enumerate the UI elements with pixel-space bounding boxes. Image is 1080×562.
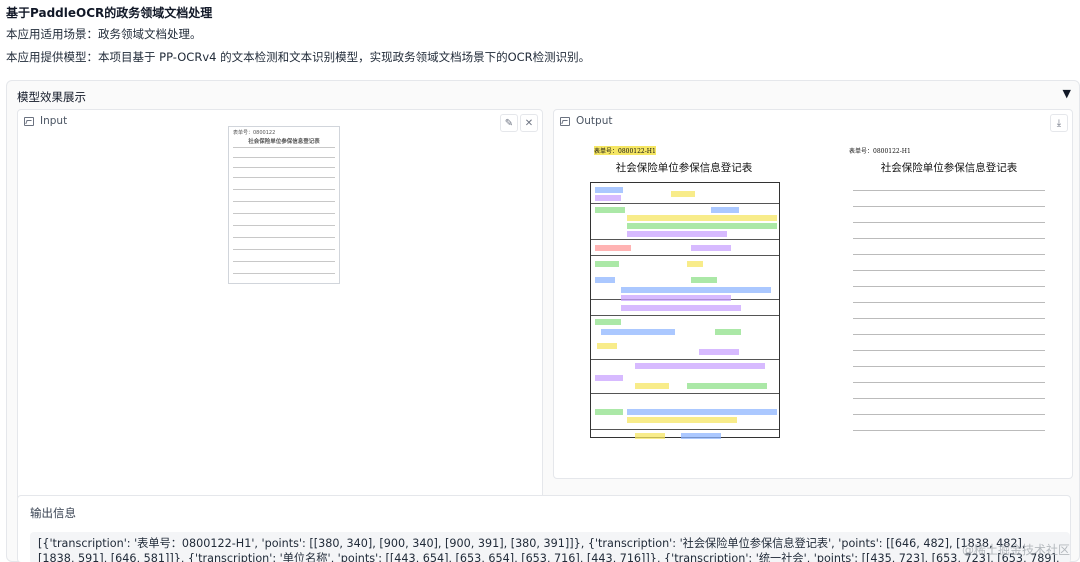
image-icon <box>24 116 34 126</box>
output-label: Output <box>576 115 613 127</box>
doc-line <box>233 177 335 178</box>
ocr-box <box>627 215 777 221</box>
doc-line <box>233 189 335 190</box>
ocr-box <box>595 277 615 283</box>
ocr-box <box>595 245 631 251</box>
ocr-box <box>595 409 623 415</box>
model-text: 本应用提供模型：本项目基于 PP-OCRv4 的文本检测和文本识别模型，实现政务… <box>6 50 591 64</box>
ocr-box <box>601 329 675 335</box>
doc-line <box>233 261 335 262</box>
ocr-box <box>627 223 777 229</box>
output-image-box: Output ⤓ 表单号：0800122-H1 社会保险单位参保信息登记表 表单… <box>553 109 1073 479</box>
ocr-box <box>635 433 665 439</box>
ocr-box <box>627 231 727 237</box>
output-label-row: Output <box>560 113 612 129</box>
ocr-box <box>635 383 669 389</box>
ocr-box <box>621 295 731 301</box>
download-icon[interactable]: ⤓ <box>1050 114 1068 132</box>
input-document-image: 表单号：0800122 社会保险单位参保信息登记表 <box>228 126 340 284</box>
input-doc-num: 表单号：0800122 <box>233 130 276 136</box>
doc-line <box>233 167 335 168</box>
annotated-document-image: 表单号：0800122-H1 社会保险单位参保信息登记表 <box>584 142 784 442</box>
annotated-form-grid <box>590 182 780 439</box>
ocr-box <box>621 287 771 293</box>
doc-line <box>233 225 335 226</box>
doc-line <box>233 249 335 250</box>
ocr-box <box>595 261 619 267</box>
collapse-icon[interactable]: ▼ <box>1063 87 1071 100</box>
doc-line <box>233 157 335 158</box>
doc-line <box>233 273 335 274</box>
recognized-doc-num: 表单号：0800122-H1 <box>849 148 911 155</box>
ocr-box <box>681 433 721 439</box>
output-info-text[interactable]: [{'transcription': '表单号：0800122-H1', 'po… <box>30 532 1070 562</box>
ocr-box <box>691 245 731 251</box>
model-demo-panel: 模型效果展示 ▼ Input ✎ ✕ 表单号：0800122 社会保险单位参保信… <box>6 80 1080 562</box>
ocr-box <box>691 277 717 283</box>
ocr-box <box>595 319 621 325</box>
ocr-box <box>595 207 625 213</box>
ocr-box <box>699 349 739 355</box>
ocr-box <box>687 261 703 267</box>
input-image-box[interactable]: Input ✎ ✕ 表单号：0800122 社会保险单位参保信息登记表 <box>17 109 543 501</box>
watermark: @稀土掘金技术社区 <box>961 543 1070 557</box>
ocr-box <box>687 383 767 389</box>
ocr-box <box>621 305 741 311</box>
scenario-text: 本应用适用场景：政务领域文档处理。 <box>6 27 202 41</box>
close-icon[interactable]: ✕ <box>520 114 538 132</box>
ocr-box <box>595 187 623 193</box>
output-info-box: 输出信息 [{'transcription': '表单号：0800122-H1'… <box>17 495 1071 562</box>
recognized-doc-title: 社会保险单位参保信息登记表 <box>880 162 1018 174</box>
input-doc-title: 社会保险单位参保信息登记表 <box>248 139 320 145</box>
ocr-box <box>595 375 623 381</box>
ocr-box <box>635 363 765 369</box>
annotated-doc-title: 社会保险单位参保信息登记表 <box>615 162 753 174</box>
doc-line <box>233 147 335 148</box>
doc-line <box>233 201 335 202</box>
ocr-box <box>715 329 741 335</box>
input-label-row: Input <box>24 113 67 129</box>
ocr-box <box>627 409 777 415</box>
annotated-doc-num: 表单号：0800122-H1 <box>594 146 656 155</box>
doc-line <box>233 237 335 238</box>
image-icon <box>560 116 570 126</box>
ocr-box <box>711 207 739 213</box>
doc-line <box>233 213 335 214</box>
ocr-box <box>595 195 621 201</box>
recognized-text-image: 表单号：0800122-H1 社会保险单位参保信息登记表 <box>849 142 1049 442</box>
ocr-box <box>597 343 617 349</box>
input-label: Input <box>40 115 68 127</box>
edit-icon[interactable]: ✎ <box>500 114 518 132</box>
ocr-box <box>627 417 737 423</box>
panel-title: 模型效果展示 <box>17 90 86 104</box>
page-title: 基于PaddleOCR的政务领域文档处理 <box>6 6 213 20</box>
ocr-box <box>671 191 695 197</box>
output-info-label: 输出信息 <box>30 506 76 520</box>
